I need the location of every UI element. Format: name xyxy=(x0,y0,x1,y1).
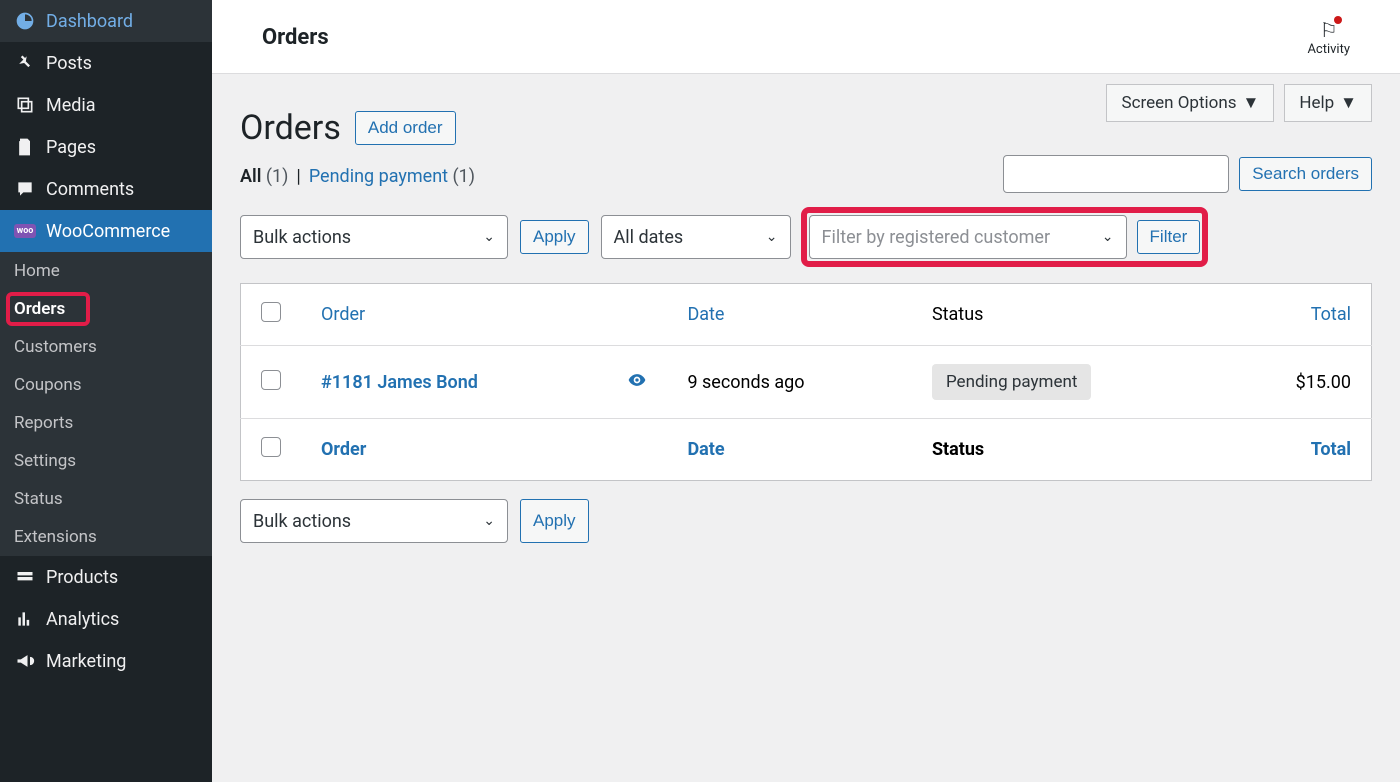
status-badge: Pending payment xyxy=(932,364,1091,400)
submenu-item-reports[interactable]: Reports xyxy=(0,404,212,442)
filters-row: Bulk actions ⌄ Apply All dates ⌄ Filter … xyxy=(240,209,1372,265)
dashboard-icon xyxy=(14,10,36,32)
select-all-checkbox-bottom[interactable] xyxy=(261,437,281,457)
bulk-actions-value: Bulk actions xyxy=(253,227,351,248)
column-order-footer[interactable]: Order xyxy=(301,419,607,481)
sidebar-item-posts[interactable]: Posts xyxy=(0,42,212,84)
apply-bulk-button[interactable]: Apply xyxy=(520,220,589,254)
flag-icon: ⚐ xyxy=(1320,18,1338,42)
page-title: Orders xyxy=(240,108,341,148)
search-orders-input[interactable] xyxy=(1003,155,1229,193)
bulk-actions-select-bottom[interactable]: Bulk actions ⌄ xyxy=(240,499,508,543)
column-date-footer[interactable]: Date xyxy=(667,419,912,481)
submenu-item-status[interactable]: Status xyxy=(0,480,212,518)
table-footer-row: Order Date Status Total xyxy=(241,419,1372,481)
sidebar-item-woocommerce[interactable]: woo WooCommerce xyxy=(0,210,212,252)
customer-filter-placeholder: Filter by registered customer xyxy=(822,227,1051,248)
pages-icon xyxy=(14,136,36,158)
column-total-footer[interactable]: Total xyxy=(1222,419,1371,481)
apply-bulk-button-bottom[interactable]: Apply xyxy=(520,499,589,543)
header-options: Screen Options ▼ Help ▼ xyxy=(1106,84,1372,122)
woo-icon: woo xyxy=(14,220,36,242)
sidebar-item-label: Marketing xyxy=(46,651,126,672)
sidebar-item-label: Pages xyxy=(46,137,96,158)
triangle-down-icon: ▼ xyxy=(1340,93,1357,113)
help-label: Help xyxy=(1299,93,1334,113)
analytics-icon xyxy=(14,608,36,630)
sidebar-item-pages[interactable]: Pages xyxy=(0,126,212,168)
content-area: Screen Options ▼ Help ▼ Orders Add order… xyxy=(212,74,1400,571)
bottom-actions: Bulk actions ⌄ Apply xyxy=(240,499,1372,543)
sidebar-item-label: Comments xyxy=(46,179,134,200)
topbar-title: Orders xyxy=(262,25,329,50)
add-order-button[interactable]: Add order xyxy=(355,111,456,145)
submenu-item-home[interactable]: Home xyxy=(0,252,212,290)
main-content: Orders ⚐ Activity Screen Options ▼ Help … xyxy=(212,0,1400,782)
filter-pending-payment[interactable]: Pending payment (1) xyxy=(309,166,475,187)
marketing-icon xyxy=(14,650,36,672)
column-total[interactable]: Total xyxy=(1222,284,1371,346)
topbar: Orders ⚐ Activity xyxy=(212,0,1400,74)
sidebar-item-dashboard[interactable]: Dashboard xyxy=(0,0,212,42)
pin-icon xyxy=(14,52,36,74)
activity-label: Activity xyxy=(1307,42,1350,57)
submenu-item-extensions[interactable]: Extensions xyxy=(0,518,212,556)
screen-options-label: Screen Options xyxy=(1121,93,1236,113)
sidebar-item-media[interactable]: Media xyxy=(0,84,212,126)
chevron-down-icon: ⌄ xyxy=(766,229,778,245)
search-orders-button[interactable]: Search orders xyxy=(1239,157,1372,191)
customer-filter-select[interactable]: Filter by registered customer ⌄ xyxy=(809,215,1127,259)
sidebar-item-label: Dashboard xyxy=(46,11,133,32)
sidebar-item-label: Posts xyxy=(46,53,92,74)
select-all-checkbox[interactable] xyxy=(261,302,281,322)
chevron-down-icon: ⌄ xyxy=(483,229,495,245)
sidebar-item-analytics[interactable]: Analytics xyxy=(0,598,212,640)
chevron-down-icon: ⌄ xyxy=(483,513,495,529)
sidebar-item-label: Media xyxy=(46,95,96,116)
orders-table: Order Date Status Total #1181 James Bond… xyxy=(240,283,1372,481)
woocommerce-submenu: Home Orders Customers Coupons Reports Se… xyxy=(0,252,212,556)
row-checkbox[interactable] xyxy=(261,370,281,390)
submenu-item-coupons[interactable]: Coupons xyxy=(0,366,212,404)
products-icon xyxy=(14,566,36,588)
order-total: $15.00 xyxy=(1222,346,1371,419)
date-filter-value: All dates xyxy=(614,227,684,248)
column-order[interactable]: Order xyxy=(301,284,607,346)
divider: | xyxy=(296,166,300,187)
column-status: Status xyxy=(912,284,1222,346)
sidebar-item-label: Analytics xyxy=(46,609,119,630)
sidebar-item-comments[interactable]: Comments xyxy=(0,168,212,210)
order-date: 9 seconds ago xyxy=(667,346,912,419)
submenu-item-settings[interactable]: Settings xyxy=(0,442,212,480)
activity-button[interactable]: ⚐ Activity xyxy=(1307,18,1350,57)
sidebar-item-label: Products xyxy=(46,567,118,588)
filter-button[interactable]: Filter xyxy=(1137,220,1201,254)
help-button[interactable]: Help ▼ xyxy=(1284,84,1372,122)
table-header-row: Order Date Status Total xyxy=(241,284,1372,346)
sidebar-item-label: WooCommerce xyxy=(46,221,170,242)
date-filter-select[interactable]: All dates ⌄ xyxy=(601,215,791,259)
screen-options-button[interactable]: Screen Options ▼ xyxy=(1106,84,1274,122)
bulk-actions-value-bottom: Bulk actions xyxy=(253,511,351,532)
triangle-down-icon: ▼ xyxy=(1243,93,1260,113)
table-row[interactable]: #1181 James Bond 9 seconds ago Pending p… xyxy=(241,346,1372,419)
submenu-item-customers[interactable]: Customers xyxy=(0,328,212,366)
sidebar-item-products[interactable]: Products xyxy=(0,556,212,598)
bulk-actions-select[interactable]: Bulk actions ⌄ xyxy=(240,215,508,259)
media-icon xyxy=(14,94,36,116)
column-date[interactable]: Date xyxy=(667,284,912,346)
sidebar-item-marketing[interactable]: Marketing xyxy=(0,640,212,682)
submenu-item-orders[interactable]: Orders xyxy=(0,290,212,328)
admin-sidebar: Dashboard Posts Media Pages Comments woo… xyxy=(0,0,212,782)
eye-icon[interactable] xyxy=(627,374,647,395)
filter-all[interactable]: All (1) xyxy=(240,166,288,187)
comment-icon xyxy=(14,178,36,200)
order-link[interactable]: #1181 James Bond xyxy=(321,372,478,393)
chevron-down-icon: ⌄ xyxy=(1102,229,1114,245)
column-status-footer: Status xyxy=(912,419,1222,481)
customer-filter-highlight: Filter by registered customer ⌄ Filter xyxy=(803,209,1207,265)
